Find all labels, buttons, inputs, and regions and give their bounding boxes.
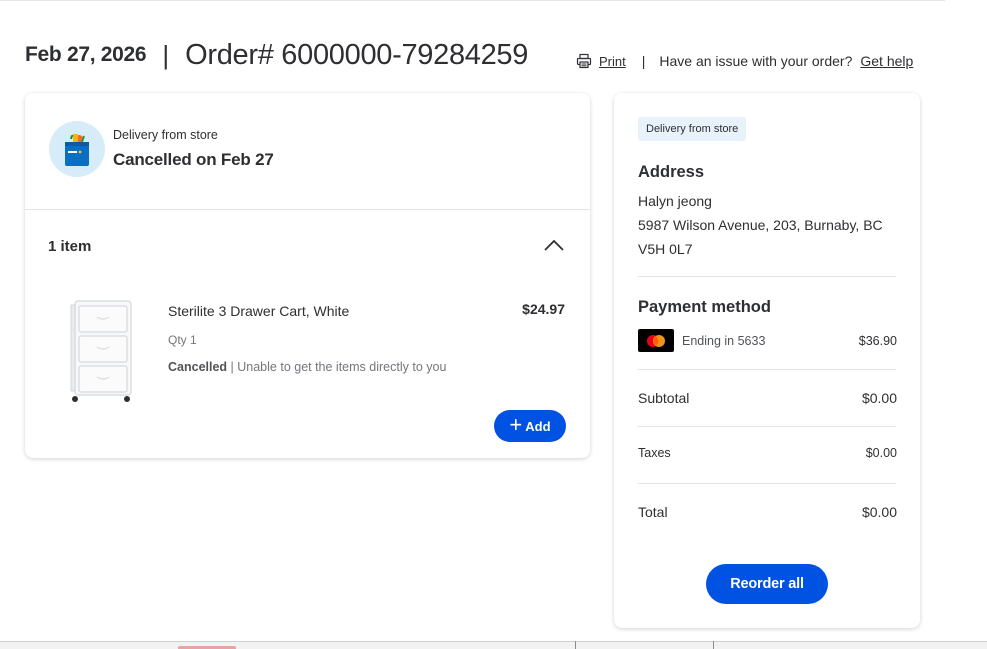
delivery-header: Delivery from store Cancelled on Feb 27 <box>49 121 274 177</box>
print-icon[interactable] <box>576 53 592 69</box>
shopping-bag-icon <box>49 121 105 177</box>
taxes-row: Taxes $0.00 <box>638 446 897 460</box>
address-line1: 5987 Wilson Avenue, 203, Burnaby, BC <box>638 217 883 233</box>
summary-divider <box>638 426 896 427</box>
summary-divider <box>638 276 896 277</box>
address-name: Halyn jeong <box>638 193 712 209</box>
header-actions: Print | Have an issue with your order? G… <box>576 53 913 69</box>
cancelled-status: Cancelled on Feb 27 <box>113 150 274 169</box>
product-image[interactable] <box>67 293 137 405</box>
address-title: Address <box>638 163 705 181</box>
status-label: Cancelled <box>168 360 228 374</box>
subtotal-label: Subtotal <box>638 390 690 406</box>
taxes-label: Taxes <box>638 446 671 460</box>
payment-method-title: Payment method <box>638 298 771 316</box>
plus-icon: + <box>509 412 523 437</box>
delivery-pill: Delivery from store <box>638 117 747 141</box>
bottom-tick <box>575 641 576 649</box>
bottom-bar <box>0 641 987 649</box>
product-price: $24.97 <box>522 301 565 317</box>
order-date: Feb 27, 2026 <box>25 43 147 66</box>
total-row: Total $0.00 <box>638 504 897 520</box>
total-value: $0.00 <box>861 504 897 520</box>
card-ending: Ending in 5633 <box>682 333 766 348</box>
top-border <box>0 0 945 1</box>
header-divider: | <box>641 53 646 69</box>
card-amount: $36.90 <box>858 333 897 348</box>
status-detail: | Unable to get the items directly to yo… <box>227 360 447 374</box>
total-label: Total <box>638 504 668 520</box>
payment-card-row: Ending in 5633 $36.90 <box>638 329 897 352</box>
bottom-tick <box>713 641 714 649</box>
chevron-up-icon[interactable] <box>543 238 565 252</box>
summary-divider <box>638 369 896 370</box>
issue-text: Have an issue with your order? <box>659 53 853 69</box>
summary-divider <box>638 483 896 484</box>
get-help-link[interactable]: Get help <box>860 53 913 69</box>
add-label: Add <box>525 418 551 434</box>
items-count: 1 item <box>48 238 92 255</box>
order-items-card: Delivery from store Cancelled on Feb 27 … <box>25 93 590 458</box>
subtotal-value: $0.00 <box>861 390 897 406</box>
order-summary-card: Delivery from store Address Halyn jeong … <box>614 93 920 628</box>
subtotal-row: Subtotal $0.00 <box>638 390 897 406</box>
product-name[interactable]: Sterilite 3 Drawer Cart, White <box>168 303 349 319</box>
print-link[interactable]: Print <box>599 54 626 69</box>
order-header: Feb 27, 2026 | Order# 6000000-79284259 <box>25 38 528 72</box>
add-button[interactable]: + Add <box>494 410 566 442</box>
delivery-text: Delivery from store Cancelled on Feb 27 <box>113 128 274 170</box>
product-status: Cancelled | Unable to get the items dire… <box>168 360 446 374</box>
reorder-all-button[interactable]: Reorder all <box>706 564 828 604</box>
header-separator: | <box>162 39 170 70</box>
address-line2: V5H 0L7 <box>638 241 693 257</box>
product-qty: Qty 1 <box>168 333 197 347</box>
card-divider <box>25 209 590 210</box>
delivery-type: Delivery from store <box>113 128 218 142</box>
mastercard-logo <box>638 329 674 352</box>
order-number: Order# 6000000-79284259 <box>185 38 529 71</box>
order-details-page: Feb 27, 2026 | Order# 6000000-79284259 P… <box>0 0 987 649</box>
taxes-value: $0.00 <box>865 446 897 460</box>
